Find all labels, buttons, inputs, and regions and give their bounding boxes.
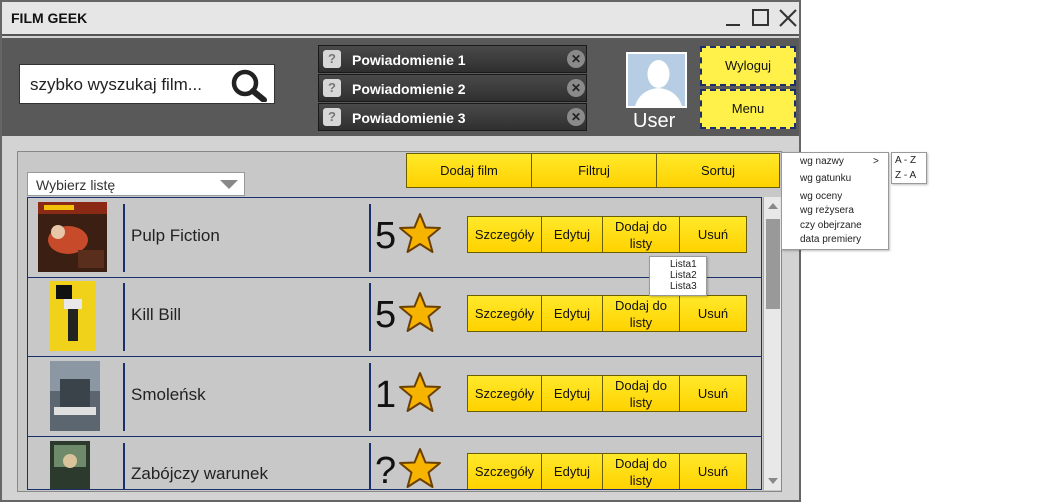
notification-item[interactable]: ? Powiadomienie 3 ✕ [318,103,587,131]
notification-item[interactable]: ? Powiadomienie 1 ✕ [318,45,587,73]
close-icon[interactable] [778,8,798,28]
details-button[interactable]: Szczegóły [467,295,542,332]
list-select-value: Wybierz listę [36,177,116,193]
sort-button[interactable]: Sortuj [656,153,780,188]
notification-label: Powiadomienie 1 [352,52,466,68]
add-to-list-button[interactable]: Dodaj do listy [602,453,680,489]
details-button[interactable]: Szczegóły [467,453,542,489]
delete-button[interactable]: Usuń [679,453,747,489]
table-row: Smoleńsk 1 Szczegóły Edytuj Dodaj do lis… [28,357,761,437]
logout-button[interactable]: Wyloguj [700,46,796,86]
sort-option-rating[interactable]: wg oceny [800,191,842,202]
add-to-list-menu: Lista1 Lista2 Lista3 [649,256,707,296]
row-divider [123,443,125,489]
movie-title[interactable]: Smoleńsk [131,385,206,405]
help-icon: ? [323,79,341,97]
add-film-button[interactable]: Dodaj film [406,153,532,188]
notification-label: Powiadomienie 2 [352,81,466,97]
list-option[interactable]: Lista2 [670,270,697,281]
search-box[interactable]: szybko wyszukaj film... [19,64,275,104]
edit-button[interactable]: Edytuj [541,375,603,412]
star-icon[interactable] [398,447,442,490]
movie-rating: 1 [375,374,397,416]
star-icon[interactable] [398,291,442,335]
list-select[interactable]: Wybierz listę [27,172,245,196]
row-divider [369,204,371,272]
search-input[interactable]: szybko wyszukaj film... [30,75,202,95]
scrollbar-thumb[interactable] [766,219,780,309]
filter-button[interactable]: Filtruj [531,153,657,188]
notification-item[interactable]: ? Powiadomienie 2 ✕ [318,74,587,102]
minimize-icon[interactable] [724,8,744,28]
add-to-list-button[interactable]: Dodaj do listy [602,375,680,412]
movie-rating: ? [375,450,397,490]
movie-rating: 5 [375,294,397,336]
sort-option-genre[interactable]: wg gatunku [800,173,851,184]
row-divider [369,443,371,489]
star-icon[interactable] [398,212,442,256]
search-icon[interactable] [228,68,272,102]
chevron-down-icon [220,180,238,189]
movie-poster [50,281,96,351]
sort-submenu: A - Z Z - A [891,152,927,184]
movie-list: Pulp Fiction 5 Szczegóły Edytuj Dodaj do… [27,197,762,490]
menu-button[interactable]: Menu [700,89,796,129]
row-divider [123,283,125,351]
movie-title[interactable]: Kill Bill [131,305,181,325]
list-option[interactable]: Lista1 [670,259,697,270]
sort-asc-option[interactable]: A - Z [895,155,916,166]
table-row: Zabójczy warunek ? Szczegóły Edytuj Doda… [28,437,761,490]
star-icon[interactable] [398,371,442,415]
maximize-icon[interactable] [751,8,771,28]
chevron-right-icon: > [873,156,879,167]
add-to-list-button[interactable]: Dodaj do listy [602,295,680,332]
header-bar: szybko wyszukaj film... ? Powiadomienie … [2,38,799,136]
notification-label: Powiadomienie 3 [352,110,466,126]
user-name: User [633,110,676,132]
movie-poster [38,202,107,272]
edit-button[interactable]: Edytuj [541,453,603,489]
movie-poster [50,361,100,431]
list-option[interactable]: Lista3 [670,281,697,292]
list-scrollbar[interactable] [763,197,781,490]
row-divider [123,363,125,431]
row-divider [123,204,125,272]
sort-option-watched[interactable]: czy obejrzane [800,220,862,231]
help-icon: ? [323,50,341,68]
app-title: FILM GEEK [11,10,88,26]
row-divider [369,363,371,431]
movie-title[interactable]: Zabójczy warunek [131,464,268,484]
avatar[interactable] [626,52,687,108]
movie-title[interactable]: Pulp Fiction [131,226,220,246]
delete-button[interactable]: Usuń [679,295,747,332]
add-to-list-button[interactable]: Dodaj do listy [602,216,680,253]
close-icon[interactable]: ✕ [567,50,585,68]
details-button[interactable]: Szczegóły [467,375,542,412]
app-window: FILM GEEK szybko wyszukaj film... ? Powi… [0,0,801,502]
scroll-down-icon[interactable] [768,478,778,484]
scroll-up-icon[interactable] [768,203,778,209]
delete-button[interactable]: Usuń [679,216,747,253]
sort-option-name[interactable]: wg nazwy [800,156,844,167]
edit-button[interactable]: Edytuj [541,216,603,253]
details-button[interactable]: Szczegóły [467,216,542,253]
sort-option-release[interactable]: data premiery [800,234,861,245]
close-icon[interactable]: ✕ [567,79,585,97]
movie-rating: 5 [375,215,397,257]
edit-button[interactable]: Edytuj [541,295,603,332]
user-silhouette-icon [628,54,685,106]
help-icon: ? [323,108,341,126]
sort-option-director[interactable]: wg reżysera [800,205,854,216]
title-bar: FILM GEEK [2,2,799,36]
row-divider [369,283,371,351]
close-icon[interactable]: ✕ [567,108,585,126]
sort-desc-option[interactable]: Z - A [895,170,916,181]
delete-button[interactable]: Usuń [679,375,747,412]
movie-poster [50,441,90,489]
sort-menu: wg nazwy > wg gatunku wg oceny wg reżyse… [781,152,889,250]
